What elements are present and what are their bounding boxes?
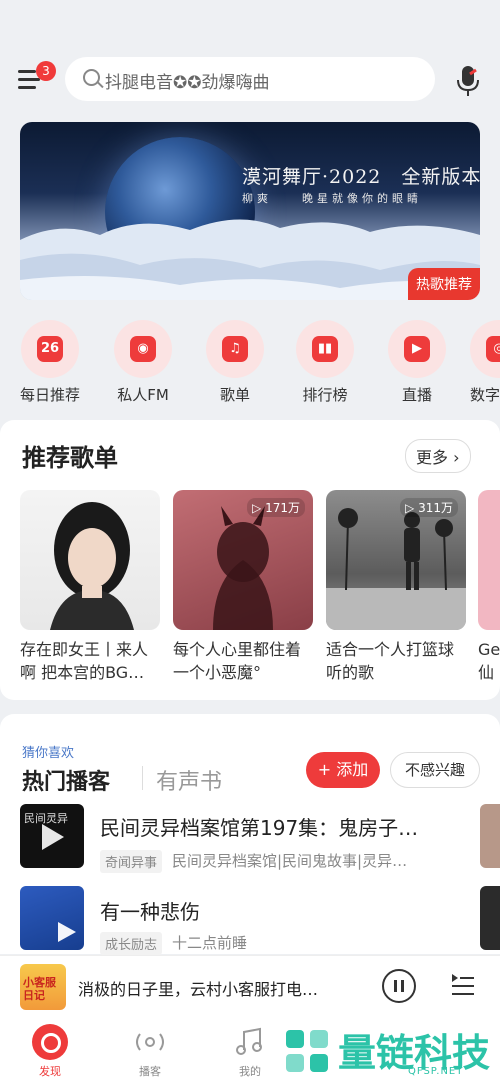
quick-link-label: 歌单 [219,386,250,404]
add-button[interactable]: + 添加 [306,752,380,788]
playlist-card[interactable]: Ge仙 [478,490,500,684]
quick-link-label: 排行榜 [302,386,348,404]
quick-link-label: 数字 [470,386,500,404]
guess-you-like-label: 猜你喜欢 [22,746,75,761]
podcast-thumbnail [20,886,84,950]
ranking-link[interactable]: ▮▮ 排行榜 [290,320,360,405]
podcast-desc: 十二点前睡 [172,934,248,952]
playlist-cover: ▷ 171万 [173,490,313,630]
pause-button[interactable] [382,969,416,1003]
podcast-tag: 奇闻异事 [100,850,163,873]
menu-line [18,86,36,89]
quick-link-label: 每日推荐 [19,386,80,404]
search-bar[interactable]: 抖腿电音✪✪劲爆嗨曲 [65,57,435,101]
play-count: ▷ 311万 [400,498,458,517]
play-count: ▷ 171万 [247,498,305,517]
playlist-card[interactable]: ▷ 171万 每个人心里都住着一个小恶魔° [173,490,313,684]
playlist-icon: ♫ [206,320,264,378]
quick-link-label: 私人FM [117,386,169,404]
private-fm-link[interactable]: ◉ 私人FM [108,320,178,405]
calendar-icon: 26 [21,320,79,378]
album-icon: ◎ [470,320,500,378]
now-playing-cover: 小客服日记 [20,964,66,1010]
podcast-icon [132,1024,168,1060]
menu-line [18,70,36,73]
more-button[interactable]: 更多 › [405,439,471,473]
playlist-name: 存在即女王丨来人啊 把本宫的BG… [20,640,149,682]
next-podcast-thumbnail [480,886,500,950]
playlist-queue-icon[interactable] [450,972,476,998]
live-icon: ▶ [388,320,446,378]
menu-line [18,78,40,81]
daily-recommend-link[interactable]: 26 每日推荐 [15,320,85,405]
playlist-cover: ▷ 311万 [326,490,466,630]
live-link[interactable]: ▶ 直播 [382,320,452,405]
netease-logo-icon [32,1024,68,1060]
playlist-cover [20,490,160,630]
next-podcast-thumbnail [480,804,500,868]
podcast-row[interactable]: 有一种悲伤 成长励志 十二点前睡 [0,886,500,955]
tab-hot-podcasts[interactable]: 热门播客 [22,764,110,796]
microphone-icon[interactable] [456,64,480,98]
mini-player[interactable]: 小客服日记 消极的日子里，云村小客服打电… [0,955,500,1018]
quick-link-label: 直播 [401,386,432,404]
tab-podcast[interactable]: 播客 [120,1024,180,1079]
search-placeholder: 抖腿电音✪✪劲爆嗨曲 [105,73,270,93]
podcast-desc: 民间灵异档案馆|民间鬼故事|灵异… [172,852,408,870]
watermark-url: QFSP.NET [408,1066,464,1077]
playlist-name: Ge仙 [478,640,500,682]
playlist-cover [478,490,500,630]
tab-discover[interactable]: 发现 [20,1024,80,1079]
hero-banner[interactable]: 漠河舞厅·2022 全新版本 柳爽 晚星就像你的眼睛 热歌推荐 [20,122,480,300]
playlist-link[interactable]: ♫ 歌单 [200,320,270,405]
banner-title: 漠河舞厅·2022 全新版本 [242,166,480,188]
digital-album-link[interactable]: ◎ 数字 [470,320,500,405]
section-title: 推荐歌单 [22,444,118,472]
not-interested-button[interactable]: 不感兴趣 [390,752,480,788]
music-note-icon [232,1024,268,1060]
podcast-title: 有一种悲伤 [100,900,200,924]
notification-badge: 3 [36,61,56,81]
playlist-name: 每个人心里都住着一个小恶魔° [173,640,302,682]
playlist-name: 适合一个人打篮球听的歌 [326,640,455,682]
tab-audiobooks[interactable]: 有声书 [156,764,222,796]
podcast-tag: 成长励志 [100,932,163,955]
play-icon [42,824,64,850]
playlist-card[interactable]: 存在即女王丨来人啊 把本宫的BG… [20,490,160,684]
watermark-logo-icon [282,1026,332,1076]
play-icon [58,922,76,942]
chart-icon: ▮▮ [296,320,354,378]
playlist-card[interactable]: ▷ 311万 适合一个人打篮球听的歌 [326,490,466,684]
search-icon [83,69,100,86]
podcast-thumbnail: 民间灵异 [20,804,84,868]
radio-icon: ◉ [114,320,172,378]
tab-label: 我的 [239,1065,261,1078]
now-playing-title: 消极的日子里，云村小客服打电… [78,980,319,999]
podcast-row[interactable]: 民间灵异 民间灵异档案馆第197集：鬼房子… 奇闻异事 民间灵异档案馆|民间鬼故… [0,804,500,874]
tab-label: 播客 [139,1065,161,1078]
chevron-right-icon: › [448,448,460,467]
banner-subtitle: 柳爽 晚星就像你的眼睛 [242,192,422,205]
banner-tag: 热歌推荐 [408,268,480,300]
podcast-title: 民间灵异档案馆第197集：鬼房子… [100,816,419,840]
tab-mine[interactable]: 我的 [220,1024,280,1079]
divider [142,766,143,790]
tab-label: 发现 [39,1065,61,1078]
